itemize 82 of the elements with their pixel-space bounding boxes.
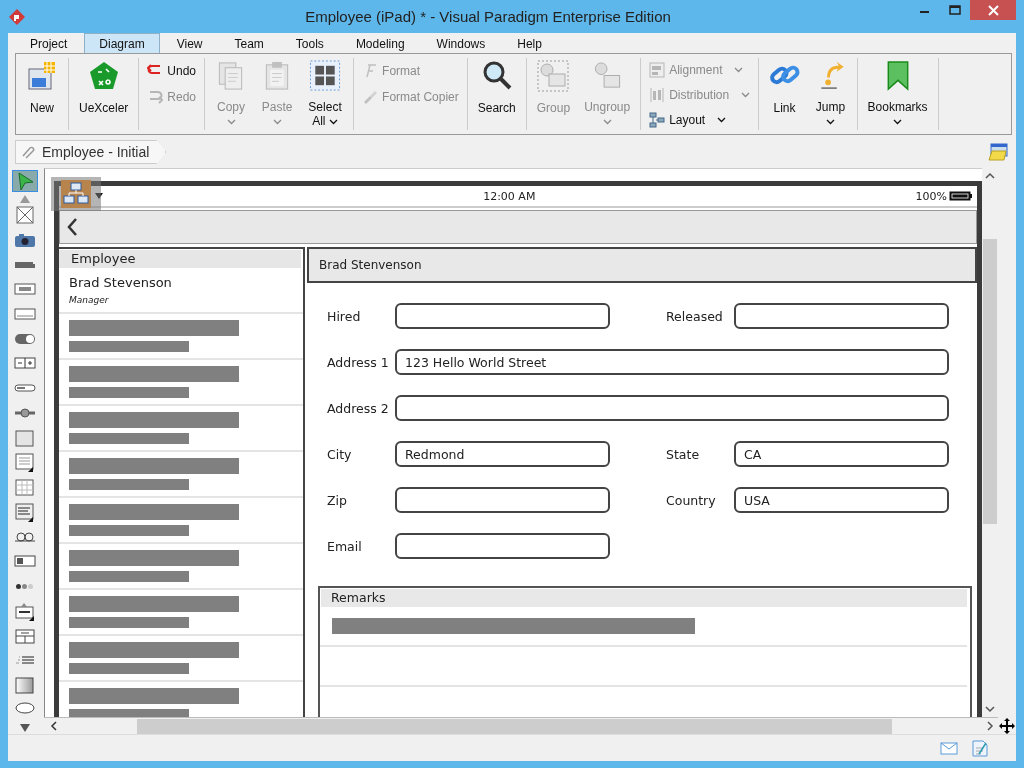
field-label: Released: [666, 308, 724, 324]
paperclip-icon: [20, 144, 36, 160]
scrollbar-thumb[interactable]: [137, 718, 892, 734]
field-label: Hired: [327, 308, 362, 324]
distribution-icon: [649, 87, 666, 103]
list-icon: [12, 453, 37, 473]
group-icon: [537, 60, 570, 92]
scroll-up-icon[interactable]: [985, 172, 995, 179]
redo-icon: [147, 89, 164, 105]
input-field[interactable]: Redmond: [395, 441, 610, 467]
mail-icon[interactable]: [940, 741, 958, 755]
scroll-down-icon[interactable]: [985, 706, 995, 713]
ribbon-button[interactable]: Select All: [301, 58, 350, 130]
ribbon-button[interactable]: Search: [471, 58, 522, 130]
field-label: Email: [327, 538, 363, 554]
list-header: Employee: [59, 250, 301, 268]
list-item-title: Brad Stevenson: [69, 275, 173, 290]
dropdown-icon: [12, 601, 37, 621]
down-arrow-icon[interactable]: [19, 724, 30, 733]
menu-tab[interactable]: Modeling: [340, 33, 420, 53]
table-icon: [12, 502, 37, 522]
close-button[interactable]: [970, 0, 1016, 20]
gradient-box-icon: [12, 676, 37, 696]
pentagon-icon: [87, 60, 120, 92]
field-label: Address 1: [327, 354, 390, 370]
battery-icon: [949, 191, 973, 201]
menu-tab[interactable]: Help: [502, 33, 557, 53]
square-icon: [12, 428, 37, 448]
ribbon-button[interactable]: Jump: [808, 58, 853, 130]
status-time: 12:00 AM: [483, 189, 536, 203]
input-field[interactable]: USA: [734, 487, 949, 513]
app-logo-icon: [8, 7, 26, 26]
brush-icon: [362, 89, 379, 105]
note-icon[interactable]: [972, 739, 988, 757]
input-field[interactable]: [395, 533, 610, 559]
input-field[interactable]: 123 Hello World Street: [395, 349, 949, 375]
input-field[interactable]: CA: [734, 441, 949, 467]
element-handle[interactable]: [51, 177, 101, 211]
field-label: City: [327, 446, 353, 462]
ribbon-button[interactable]: Link: [762, 58, 807, 130]
maximize-icon: [949, 5, 961, 15]
folder-window-icon[interactable]: [988, 143, 1008, 161]
window-title: Employee (iPad) * - Visual Paradigm Enterprise Edition: [304, 8, 672, 25]
detail-header: Brad Stenvenson: [307, 247, 977, 283]
ribbon-button[interactable]: UeXceler: [73, 58, 135, 130]
menu-tab[interactable]: Diagram: [84, 33, 160, 53]
scroll-right-icon[interactable]: [987, 721, 994, 731]
table-layout-icon: [12, 626, 37, 646]
menu-tab[interactable]: Project: [15, 33, 83, 53]
hierarchy-icon: [61, 180, 91, 208]
field-label: Country: [666, 492, 717, 508]
menu-tab[interactable]: Team: [219, 33, 279, 53]
breadcrumb[interactable]: Employee - Initial: [15, 140, 167, 164]
move-icon[interactable]: [999, 717, 1015, 734]
menu-tab[interactable]: Tools: [280, 33, 339, 53]
input-field[interactable]: [395, 487, 610, 513]
menu-tab[interactable]: Windows: [421, 33, 501, 53]
field-label: Address 2: [327, 400, 390, 416]
field-label: State: [666, 446, 701, 462]
close-icon: [987, 4, 999, 16]
back-chevron-icon[interactable]: [66, 217, 78, 237]
field-label: Zip: [327, 492, 348, 508]
scroll-left-icon[interactable]: [50, 721, 57, 731]
alignment-icon: [649, 62, 666, 79]
battery-percent: 100%: [915, 189, 947, 203]
ribbon-button[interactable]: New: [20, 58, 64, 130]
remarks-header: Remarks: [321, 589, 967, 607]
ribbon-button[interactable]: Bookmarks: [861, 58, 934, 130]
list-item-subtitle: Manager: [69, 295, 110, 305]
grid-icon: [309, 60, 342, 91]
input-field[interactable]: [395, 303, 610, 329]
ribbon-button[interactable]: Layout: [645, 109, 754, 130]
dots-icon: [16, 584, 33, 590]
menu-tab[interactable]: View: [161, 33, 218, 53]
input-field[interactable]: [395, 395, 949, 421]
scrollbar-thumb[interactable]: [983, 239, 997, 524]
input-field[interactable]: [734, 303, 949, 329]
bar-icon: [14, 261, 35, 268]
layout-icon: [649, 111, 666, 128]
ribbon-button[interactable]: Undo: [143, 60, 201, 82]
grid-icon: [12, 478, 37, 498]
document-icon: [26, 60, 58, 92]
